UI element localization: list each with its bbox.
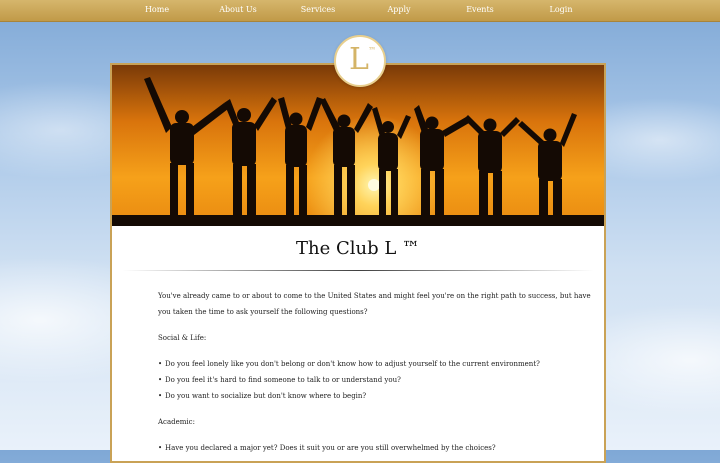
title-divider (122, 270, 594, 271)
people-sunset-silhouette-image (112, 65, 604, 226)
social-item: Do you feel lonely like you don't belong… (165, 360, 540, 368)
top-navigation: Home About Us Services Apply Events Logi… (0, 0, 720, 22)
main-card: The Club L ™ You've already came to or a… (110, 63, 606, 463)
intro-line-1: You've already came to or about to come … (158, 292, 591, 300)
nav-services[interactable]: Services (301, 5, 335, 14)
club-l-logo[interactable]: L ™ (334, 35, 386, 87)
trademark-symbol: ™ (368, 46, 376, 55)
social-heading: Social & Life: (158, 334, 207, 342)
nav-apply[interactable]: Apply (387, 5, 410, 14)
academic-heading: Academic: (158, 418, 195, 426)
page-title: The Club L ™ (295, 238, 420, 259)
social-item: Do you want to socialize but don't know … (165, 392, 367, 400)
academic-item: Have you declared a major yet? Does it s… (165, 444, 496, 452)
bullet-icon: • (158, 444, 163, 452)
social-item: Do you feel it's hard to find someone to… (165, 376, 401, 384)
nav-login[interactable]: Login (550, 5, 573, 14)
bullet-icon: • (158, 376, 163, 384)
intro-line-2: you taken the time to ask yourself the f… (158, 308, 368, 316)
bullet-icon: • (158, 392, 163, 400)
hero-image (112, 65, 604, 226)
nav-events[interactable]: Events (466, 5, 494, 14)
logo-letter: L (349, 42, 369, 77)
nav-about-us[interactable]: About Us (219, 5, 256, 14)
bullet-icon: • (158, 360, 163, 368)
nav-home[interactable]: Home (145, 5, 169, 14)
